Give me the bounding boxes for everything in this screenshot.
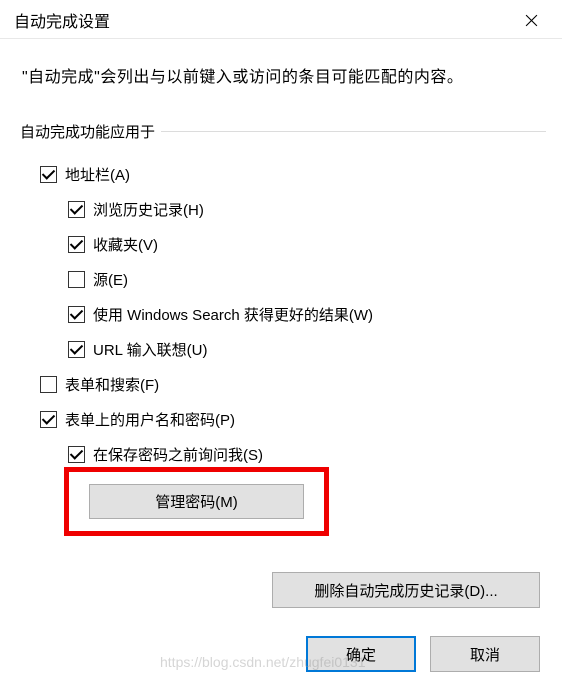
delete-history-button[interactable]: 删除自动完成历史记录(D)...: [272, 572, 540, 608]
cancel-button[interactable]: 取消: [430, 636, 540, 672]
manage-passwords-button[interactable]: 管理密码(M): [89, 484, 304, 519]
checkbox-browsing-history[interactable]: [68, 201, 85, 218]
label-forms-passwords: 表单上的用户名和密码(P): [65, 409, 235, 430]
group-label: 自动完成功能应用于: [20, 121, 161, 142]
group-body: 地址栏(A) 浏览历史记录(H) 收藏夹(V) 源(E) 使用 Windows …: [20, 142, 546, 546]
label-feeds: 源(E): [93, 269, 128, 290]
close-button[interactable]: [510, 6, 552, 34]
autocomplete-applies-group: 自动完成功能应用于 地址栏(A) 浏览历史记录(H) 收藏夹(V) 源(E) 使…: [20, 121, 546, 546]
checkbox-url-suggestions[interactable]: [68, 341, 85, 358]
close-icon: [525, 14, 538, 27]
ok-button[interactable]: 确定: [306, 636, 416, 672]
label-browsing-history: 浏览历史记录(H): [93, 199, 204, 220]
checkbox-ask-before-save[interactable]: [68, 446, 85, 463]
label-windows-search: 使用 Windows Search 获得更好的结果(W): [93, 304, 373, 325]
highlight-manage-passwords: 管理密码(M): [64, 467, 329, 536]
checkbox-row-address-bar: 地址栏(A): [40, 164, 536, 185]
checkbox-row-feeds: 源(E): [68, 269, 536, 290]
window-title: 自动完成设置: [14, 8, 110, 32]
checkbox-row-browsing-history: 浏览历史记录(H): [68, 199, 536, 220]
label-address-bar: 地址栏(A): [65, 164, 130, 185]
dialog-description: "自动完成"会列出与以前键入或访问的条目可能匹配的内容。: [0, 39, 562, 97]
label-url-suggestions: URL 输入联想(U): [93, 339, 207, 360]
checkbox-row-forms-searches: 表单和搜索(F): [40, 374, 536, 395]
checkbox-forms-passwords[interactable]: [40, 411, 57, 428]
checkbox-favorites[interactable]: [68, 236, 85, 253]
checkbox-row-ask-before-save: 在保存密码之前询问我(S): [68, 444, 536, 465]
delete-history-row: 删除自动完成历史记录(D)...: [0, 572, 562, 608]
checkbox-address-bar[interactable]: [40, 166, 57, 183]
dialog-action-buttons: 确定 取消: [306, 636, 540, 672]
checkbox-feeds[interactable]: [68, 271, 85, 288]
checkbox-windows-search[interactable]: [68, 306, 85, 323]
label-ask-before-save: 在保存密码之前询问我(S): [93, 444, 263, 465]
title-bar: 自动完成设置: [0, 0, 562, 39]
checkbox-row-url-suggestions: URL 输入联想(U): [68, 339, 536, 360]
checkbox-forms-searches[interactable]: [40, 376, 57, 393]
checkbox-row-forms-passwords: 表单上的用户名和密码(P): [40, 409, 536, 430]
label-favorites: 收藏夹(V): [93, 234, 158, 255]
label-forms-searches: 表单和搜索(F): [65, 374, 159, 395]
checkbox-row-favorites: 收藏夹(V): [68, 234, 536, 255]
checkbox-row-windows-search: 使用 Windows Search 获得更好的结果(W): [68, 304, 536, 325]
